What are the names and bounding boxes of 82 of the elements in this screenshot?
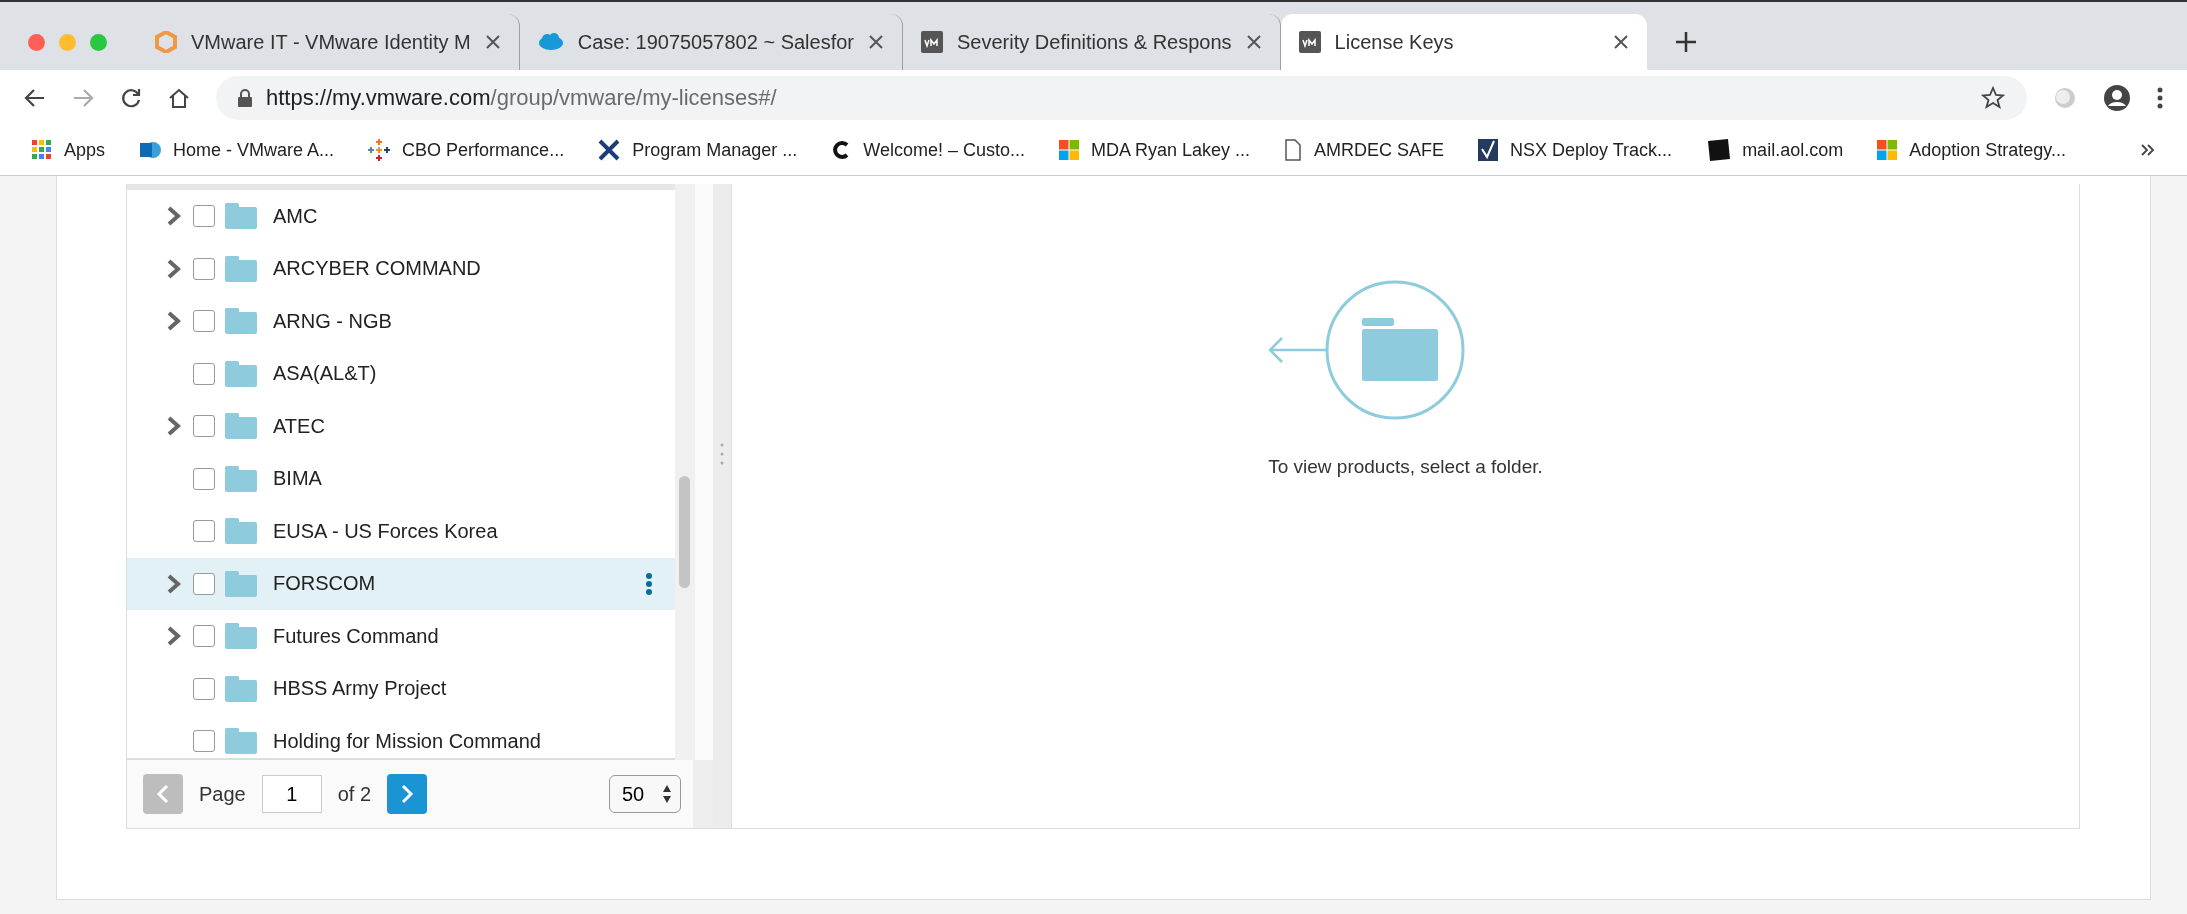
checkbox[interactable] <box>193 520 215 543</box>
folder-icon <box>225 413 257 440</box>
close-window-button[interactable] <box>28 33 45 51</box>
checkbox[interactable] <box>193 730 215 753</box>
checkbox[interactable] <box>193 415 215 438</box>
folder-icon <box>225 360 257 387</box>
checkbox[interactable] <box>193 572 215 595</box>
folder-icon <box>225 570 257 597</box>
stepper-arrows-icon <box>662 783 672 805</box>
chevron-right-icon[interactable] <box>165 205 183 228</box>
zoom-window-button[interactable] <box>90 33 107 51</box>
cloud-icon <box>537 33 564 51</box>
checkbox[interactable] <box>193 467 215 490</box>
folder-icon <box>225 518 257 545</box>
lock-icon <box>238 88 252 107</box>
profile-icon[interactable] <box>2103 83 2131 112</box>
chevron-right-icon[interactable] <box>165 625 183 648</box>
page-size-select[interactable]: 50 <box>609 775 681 813</box>
folder-row[interactable]: FORSCOM <box>127 557 675 610</box>
windows-logo-icon <box>1058 140 1079 160</box>
folder-icon <box>225 623 257 650</box>
apps-grid-icon <box>32 140 52 160</box>
folder-icon <box>225 728 257 755</box>
checkbox[interactable] <box>193 310 215 333</box>
check-logo-icon <box>1478 139 1499 161</box>
bookmark[interactable]: Program Manager ... <box>598 139 798 161</box>
address-bar[interactable]: https://my.vmware.com/group/vmware/my-licenses#/ <box>216 75 2027 120</box>
scrollbar-thumb[interactable] <box>679 476 690 588</box>
bookmark[interactable]: Home - VMware A... <box>139 139 335 161</box>
new-tab-icon[interactable] <box>1674 31 1697 53</box>
page-number-field[interactable]: 1 <box>261 775 322 813</box>
checkbox[interactable] <box>193 677 215 700</box>
chevron-right-icon <box>400 784 415 804</box>
bookmark[interactable]: CBO Performance... <box>368 139 565 161</box>
bookmark[interactable]: Apps <box>32 139 106 161</box>
bookmark[interactable]: Adoption Strategy... <box>1877 139 2066 161</box>
vm-logo-icon <box>1298 31 1321 53</box>
empty-state-message: To view products, select a folder. <box>1268 456 1543 478</box>
checkbox[interactable] <box>193 205 215 228</box>
page-icon <box>1284 139 1303 161</box>
back-icon[interactable] <box>24 86 46 109</box>
page-count: of 2 <box>337 782 372 806</box>
menu-icon[interactable] <box>2157 85 2163 110</box>
checkbox[interactable] <box>193 362 215 385</box>
page-label: Page <box>199 782 246 806</box>
bookmark[interactable]: NSX Deploy Track... <box>1478 139 1673 161</box>
sharepoint-icon <box>139 139 162 161</box>
home-icon[interactable] <box>168 86 190 109</box>
chevron-right-icon[interactable] <box>165 572 183 595</box>
aol-logo-icon <box>1706 139 1731 161</box>
close-icon[interactable] <box>1245 34 1262 50</box>
folder-icon <box>225 675 257 702</box>
reload-icon[interactable] <box>120 86 142 109</box>
more-bookmarks-icon[interactable] <box>2141 143 2155 157</box>
folder-icon <box>225 255 257 282</box>
next-page-button[interactable] <box>387 774 428 814</box>
kebab-menu-icon[interactable] <box>645 571 653 596</box>
bookmark[interactable]: MDA Ryan Lakey ... <box>1058 139 1251 161</box>
close-icon[interactable] <box>484 34 501 50</box>
chevron-right-icon[interactable] <box>165 257 183 280</box>
plus-cluster-icon <box>368 139 391 161</box>
chevron-left-icon <box>156 784 170 804</box>
checkbox[interactable] <box>193 257 215 280</box>
folder-icon <box>225 308 257 335</box>
forward-icon[interactable] <box>72 86 94 109</box>
vm-logo-icon <box>921 31 944 53</box>
chevron-right-icon[interactable] <box>165 310 183 333</box>
close-icon[interactable] <box>868 34 885 50</box>
bookmark[interactable]: mail.aol.com <box>1706 139 1844 161</box>
bookmark[interactable]: Welcome! – Custo... <box>831 139 1025 161</box>
x-logo-icon <box>598 139 621 161</box>
close-icon[interactable] <box>1612 34 1629 50</box>
checkbox[interactable] <box>193 625 215 648</box>
folder-icon <box>225 465 257 492</box>
hexagon-icon <box>155 31 177 53</box>
folder-icon <box>225 203 257 230</box>
page-size-value: 50 <box>622 782 645 806</box>
browser-tab[interactable]: License Keys <box>1280 14 1647 70</box>
star-icon[interactable] <box>1981 85 2005 110</box>
bookmark[interactable]: AMRDEC SAFE <box>1284 139 1445 161</box>
chevron-right-icon[interactable] <box>165 415 183 438</box>
windows-logo-icon <box>1877 140 1898 160</box>
